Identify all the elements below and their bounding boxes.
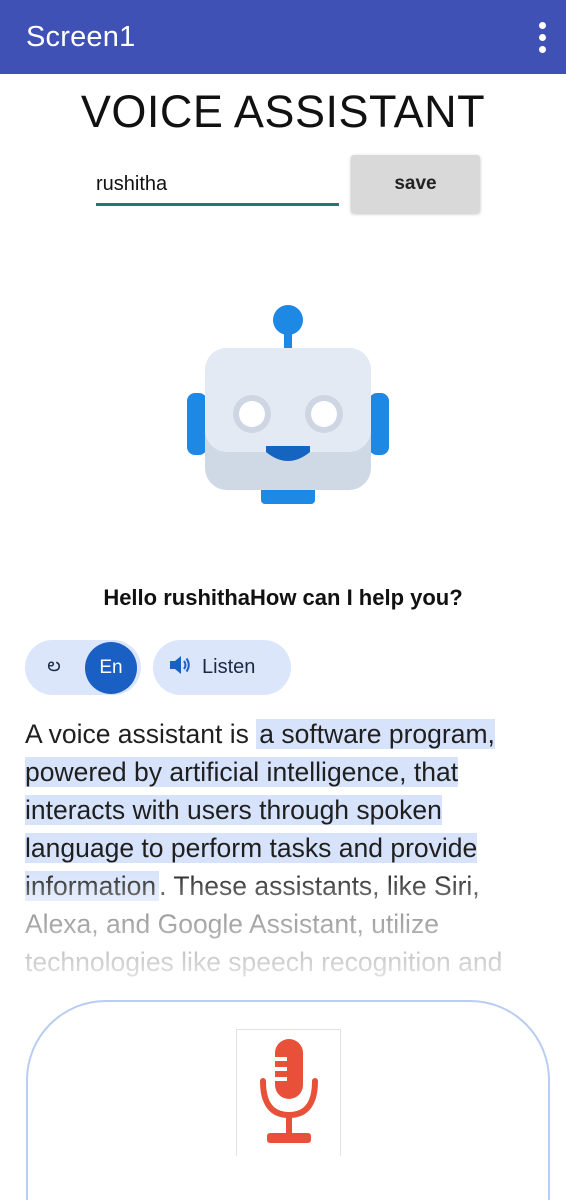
response-paragraph: A voice assistant is a software program,… — [25, 715, 550, 985]
microphone-icon — [258, 1037, 320, 1150]
app-bar-title: Screen1 — [26, 20, 136, 53]
microphone-button[interactable] — [236, 1029, 341, 1156]
page-title: VOICE ASSISTANT — [80, 86, 486, 137]
greeting-text: Hello rushithaHow can I help you? — [103, 585, 463, 610]
save-button[interactable]: save — [351, 155, 480, 213]
language-telugu-button[interactable]: ల — [29, 643, 79, 693]
listen-label: Listen — [202, 656, 256, 678]
listen-button[interactable]: Listen — [153, 640, 291, 695]
more-vert-icon[interactable] — [532, 17, 552, 57]
paragraph-text-start: A voice assistant is — [25, 719, 257, 749]
name-input[interactable] — [96, 168, 339, 206]
app-bar: Screen1 — [0, 0, 566, 74]
language-english-button[interactable]: En — [85, 641, 137, 694]
robot-icon — [186, 300, 390, 508]
speaker-icon — [168, 654, 192, 682]
language-toggle: ల En — [25, 640, 141, 695]
